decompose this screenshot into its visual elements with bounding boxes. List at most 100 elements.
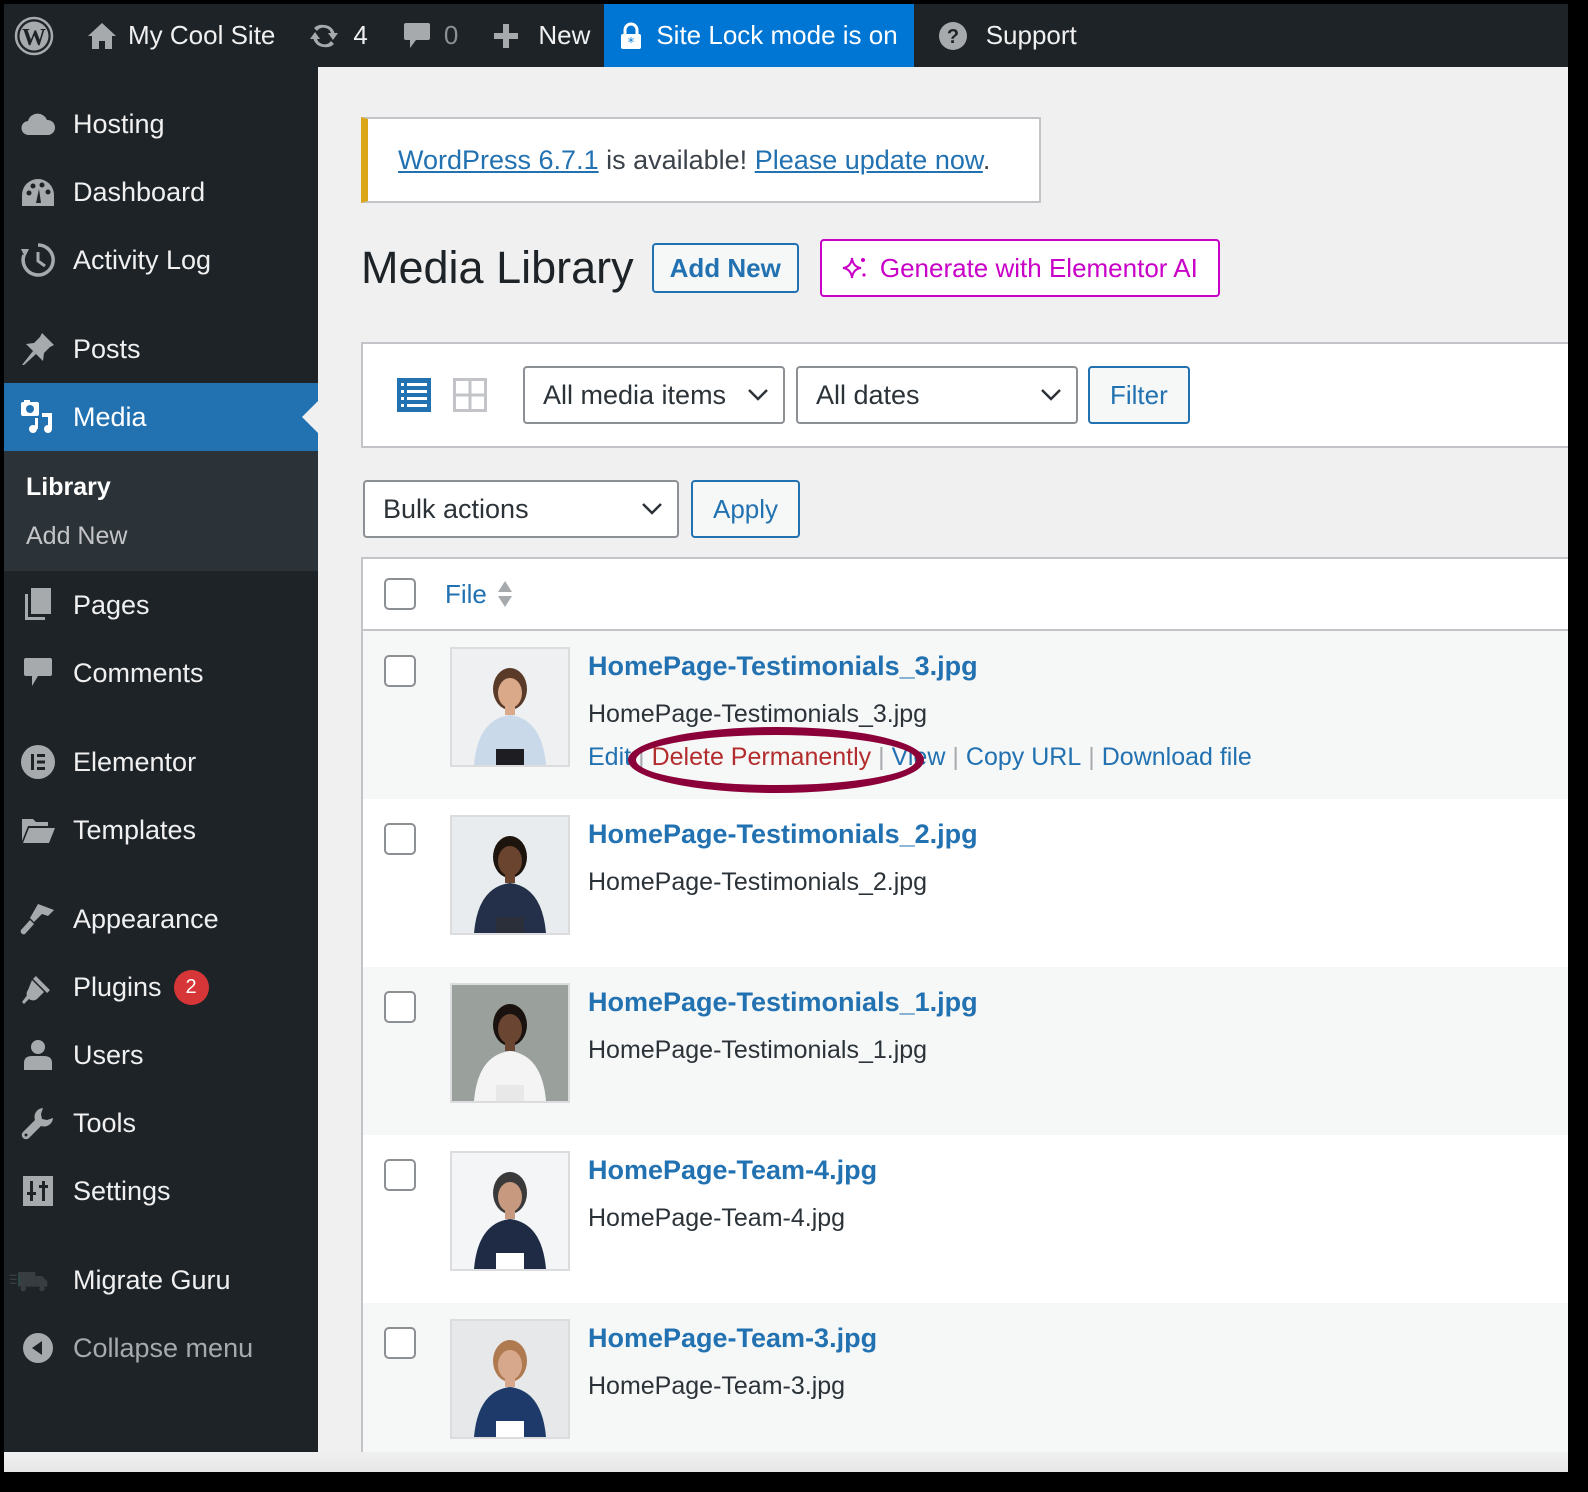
media-title-link[interactable]: HomePage-Testimonials_1.jpg	[588, 987, 978, 1018]
sidebar-item-settings[interactable]: Settings	[4, 1157, 318, 1225]
media-thumbnail[interactable]	[450, 1319, 570, 1439]
row-checkbox[interactable]	[384, 655, 416, 687]
action-separator: |	[878, 743, 885, 771]
collapse-icon	[18, 1328, 58, 1368]
collapse-menu-button[interactable]: Collapse menu	[4, 1314, 318, 1382]
file-info: HomePage-Testimonials_1.jpg HomePage-Tes…	[588, 987, 978, 1065]
notice-suffix: .	[982, 144, 991, 175]
sidebar-item-label: Posts	[73, 333, 141, 364]
comment-icon	[403, 22, 430, 48]
update-now-link[interactable]: Please update now	[755, 145, 983, 175]
sidebar-item-label: Hosting	[73, 108, 165, 139]
new-content-link[interactable]: New	[470, 4, 602, 67]
view-link[interactable]: View	[892, 743, 946, 772]
copy-url-link[interactable]: Copy URL	[966, 743, 1081, 772]
sidebar-item-label: Elementor	[73, 746, 197, 777]
new-label: New	[538, 20, 591, 50]
lock-icon: *	[621, 22, 642, 50]
sidebar-item-activity-log[interactable]: Activity Log	[4, 226, 318, 294]
history-icon	[18, 240, 58, 280]
chevron-down-icon	[642, 503, 662, 515]
sidebar-item-templates[interactable]: Templates	[4, 796, 318, 864]
sidebar-item-pages[interactable]: Pages	[4, 571, 318, 639]
media-icon	[18, 397, 58, 437]
admin-bar: W My Cool Site 4 0 New * Site Lock mode …	[4, 4, 1568, 67]
support-link[interactable]: ? Support	[914, 4, 1089, 67]
media-type-select[interactable]: All media items	[523, 366, 785, 424]
select-all-checkbox[interactable]	[384, 578, 416, 610]
media-title-link[interactable]: HomePage-Testimonials_3.jpg	[588, 651, 1252, 682]
media-list-table: File HomePage-Testimonials_3.jpg HomePag…	[361, 557, 1568, 1471]
help-icon: ?	[938, 21, 967, 50]
sidebar-item-plugins[interactable]: Plugins 2	[4, 953, 318, 1021]
media-title-link[interactable]: HomePage-Testimonials_2.jpg	[588, 819, 978, 850]
svg-text:*: *	[628, 36, 635, 50]
elementor-icon	[18, 742, 58, 782]
media-thumbnail[interactable]	[450, 1151, 570, 1271]
sidebar-item-posts[interactable]: Posts	[4, 315, 318, 383]
wordpress-logo-icon: W	[14, 16, 54, 55]
site-name-link[interactable]: My Cool Site	[74, 4, 287, 67]
site-lock-link[interactable]: * Site Lock mode is on	[604, 4, 914, 67]
media-thumbnail[interactable]	[450, 815, 570, 935]
media-submenu: Library Add New	[4, 451, 318, 571]
media-filename: HomePage-Testimonials_1.jpg	[588, 1036, 928, 1064]
download-file-link[interactable]: Download file	[1102, 743, 1252, 772]
add-new-media-button[interactable]: Add New	[651, 243, 799, 293]
wordpress-version-link[interactable]: WordPress 6.7.1	[398, 145, 599, 175]
main-content: WordPress 6.7.1 is available! Please upd…	[318, 67, 1568, 1472]
row-checkbox[interactable]	[384, 991, 416, 1023]
media-filename: HomePage-Team-3.jpg	[588, 1372, 846, 1400]
media-thumbnail[interactable]	[450, 647, 570, 767]
sidebar-item-tools[interactable]: Tools	[4, 1089, 318, 1157]
svg-text:?: ?	[947, 26, 959, 48]
sidebar-item-label: Dashboard	[73, 176, 206, 207]
list-view-icon[interactable]	[395, 376, 433, 414]
home-icon	[88, 22, 116, 49]
sidebar-item-dashboard[interactable]: Dashboard	[4, 158, 318, 226]
sidebar-item-appearance[interactable]: Appearance	[4, 885, 318, 953]
sidebar-item-migrate-guru[interactable]: Migrate Guru	[4, 1246, 318, 1314]
folder-icon	[18, 810, 58, 850]
sidebar-item-label: Plugins	[73, 971, 162, 1002]
updates-link[interactable]: 4	[287, 4, 379, 67]
submenu-add-new[interactable]: Add New	[4, 512, 318, 561]
row-checkbox[interactable]	[384, 1159, 416, 1191]
media-thumbnail[interactable]	[450, 983, 570, 1103]
table-row: HomePage-Testimonials_3.jpg HomePage-Tes…	[363, 631, 1568, 799]
file-column-header[interactable]: File	[445, 579, 513, 610]
sidebar-item-label: Activity Log	[73, 244, 212, 275]
row-actions: Edit | Delete Permanently | View | Copy URL | Do…	[588, 743, 1252, 772]
submenu-library[interactable]: Library	[4, 463, 318, 512]
date-select[interactable]: All dates	[796, 366, 1078, 424]
generate-elementor-ai-button[interactable]: Generate with Elementor AI	[819, 239, 1220, 297]
sidebar-item-hosting[interactable]: Hosting	[4, 90, 318, 158]
sidebar-item-users[interactable]: Users	[4, 1021, 318, 1089]
row-checkbox[interactable]	[384, 1327, 416, 1359]
delete-permanently-link[interactable]: Delete Permanently	[652, 743, 872, 772]
photo-thumbnail	[452, 1321, 568, 1437]
cloud-icon	[18, 104, 58, 144]
sparkle-icon	[842, 257, 866, 279]
grid-view-icon[interactable]	[451, 376, 489, 414]
bulk-actions-select[interactable]: Bulk actions	[363, 480, 679, 538]
media-title-link[interactable]: HomePage-Team-4.jpg	[588, 1155, 877, 1186]
pages-icon	[18, 585, 58, 625]
media-title-link[interactable]: HomePage-Team-3.jpg	[588, 1323, 877, 1354]
filter-button[interactable]: Filter	[1088, 366, 1190, 424]
wordpress-menu[interactable]: W	[4, 4, 74, 67]
table-row: HomePage-Testimonials_1.jpg HomePage-Tes…	[363, 967, 1568, 1135]
edit-link[interactable]: Edit	[588, 743, 631, 772]
apply-button[interactable]: Apply	[691, 480, 801, 538]
row-checkbox[interactable]	[384, 823, 416, 855]
sidebar-item-elementor[interactable]: Elementor	[4, 728, 318, 796]
action-separator: |	[638, 743, 645, 771]
comments-link[interactable]: 0	[380, 4, 470, 67]
wrench-icon	[18, 1103, 58, 1143]
update-notice: WordPress 6.7.1 is available! Please upd…	[361, 117, 1041, 203]
sidebar-item-media[interactable]: Media	[4, 383, 318, 451]
date-value: All dates	[816, 379, 920, 410]
sidebar-item-label: Migrate Guru	[73, 1264, 231, 1295]
site-lock-label: Site Lock mode is on	[656, 20, 898, 50]
sidebar-item-comments[interactable]: Comments	[4, 639, 318, 707]
